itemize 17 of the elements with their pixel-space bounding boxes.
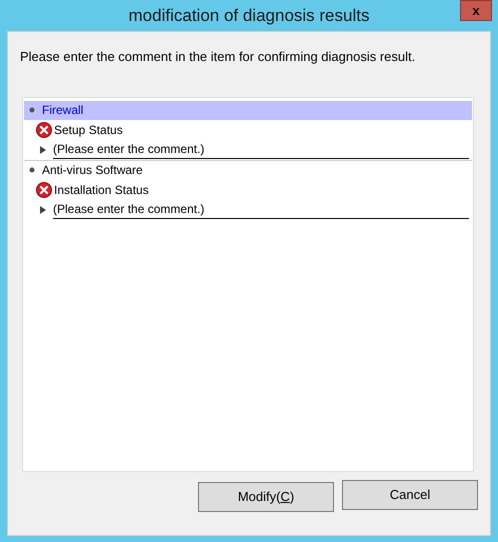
bullet-icon [29,107,35,113]
comment-field[interactable]: (Please enter the comment.) [53,140,469,158]
group-row[interactable]: Anti-virus Software [24,160,472,180]
item-name: Installation Status [54,182,149,198]
expand-arrow-icon [40,146,46,154]
group-name: Firewall [42,102,84,119]
bullet-icon [29,167,35,173]
item-name: Setup Status [54,122,123,138]
close-button[interactable]: x [460,0,492,21]
modify-button[interactable]: Modify(C) [198,482,334,512]
expand-arrow-icon [40,206,46,214]
cancel-button[interactable]: Cancel [342,480,478,510]
instruction-text: Please enter the comment in the item for confirming diagnosis result. [20,48,416,66]
group-row[interactable]: Firewall [24,100,472,120]
comment-field[interactable]: (Please enter the comment.) [53,200,469,218]
group-name: Anti-virus Software [42,162,143,179]
window-title: modification of diagnosis results [128,5,370,28]
